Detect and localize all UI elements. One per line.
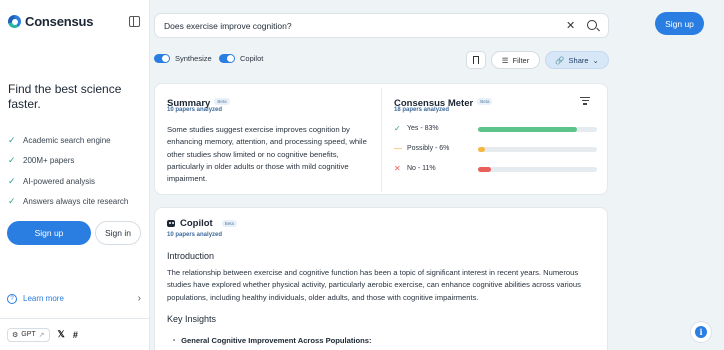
sidebar: Consensus Find the best science faster. … bbox=[0, 0, 150, 350]
meter-bar-fill bbox=[478, 147, 486, 152]
external-link-icon: ↗ bbox=[38, 331, 45, 339]
introduction-heading: Introduction bbox=[167, 251, 215, 261]
meter-row: — Possibly - 6% bbox=[394, 144, 477, 153]
info-icon: i bbox=[695, 326, 707, 338]
gpt-label: GPT bbox=[21, 331, 36, 338]
feature-item: ✓ 200M+ papers bbox=[8, 151, 128, 172]
meter-bar-fill bbox=[478, 127, 577, 132]
copilot-title: Copilot bbox=[180, 218, 213, 229]
toggle-switch[interactable] bbox=[219, 54, 235, 63]
x-twitter-icon[interactable]: 𝕏 bbox=[58, 329, 65, 340]
sidebar-tagline: Find the best science faster. bbox=[8, 82, 122, 111]
no-x-icon: ✕ bbox=[394, 164, 401, 173]
insight-bullet-text: General Cognitive Improvement Across Pop… bbox=[181, 336, 372, 345]
possibly-dash-icon: — bbox=[394, 144, 402, 153]
share-button[interactable]: 🔗 Share ⌄ bbox=[545, 51, 609, 69]
check-icon: ✓ bbox=[8, 155, 16, 166]
beta-badge: Beta bbox=[214, 98, 230, 106]
learn-more-link[interactable]: ? Learn more › bbox=[7, 293, 141, 304]
openai-icon: ⚙ bbox=[12, 331, 19, 339]
copilot-robot-icon bbox=[167, 220, 175, 227]
logo-text: Consensus bbox=[25, 14, 94, 29]
feature-label: Academic search engine bbox=[23, 135, 111, 145]
beta-badge: Beta bbox=[477, 98, 493, 106]
yes-check-icon: ✓ bbox=[394, 124, 401, 133]
meter-row-label: Possibly - 6% bbox=[407, 145, 450, 152]
feature-item: ✓ Academic search engine bbox=[8, 130, 128, 151]
copilot-card: Copilot Beta 10 papers analyzed Introduct… bbox=[154, 207, 608, 350]
summary-paper-count: 10 papers analyzed bbox=[167, 107, 223, 113]
bookmark-button[interactable] bbox=[466, 51, 486, 69]
introduction-text: The relationship between exercise and co… bbox=[167, 268, 581, 302]
feature-item: ✓ Answers always cite research bbox=[8, 192, 128, 213]
key-insights-heading: Key Insights bbox=[167, 314, 217, 324]
meter-bar-track bbox=[478, 127, 597, 132]
gpt-link[interactable]: ⚙ GPT ↗ bbox=[7, 327, 50, 342]
toggle-label: Synthesize bbox=[175, 54, 212, 63]
feature-label: 200M+ papers bbox=[23, 156, 75, 166]
filter-icon: ☰ bbox=[501, 55, 509, 65]
bookmark-icon bbox=[473, 56, 479, 64]
meter-row: ✓ Yes - 83% bbox=[394, 124, 477, 133]
sidebar-signin-button[interactable]: Sign in bbox=[95, 221, 141, 245]
summary-card: Summary Beta 10 papers analyzed Some stud… bbox=[154, 83, 608, 195]
search-input[interactable]: Does exercise improve cognition? bbox=[164, 21, 292, 31]
meter-paper-count: 18 papers analyzed bbox=[394, 107, 450, 113]
check-icon: ✓ bbox=[8, 134, 16, 145]
bullet-dot-icon: • bbox=[173, 337, 176, 344]
sidebar-signup-button[interactable]: Sign up bbox=[7, 221, 91, 245]
copilot-heading: Copilot Beta bbox=[167, 218, 237, 229]
feature-list: ✓ Academic search engine ✓ 200M+ papers ✓ A… bbox=[8, 130, 128, 212]
card-divider bbox=[381, 88, 382, 192]
chevron-down-icon: ⌄ bbox=[592, 55, 599, 65]
feature-item: ✓ AI-powered analysis bbox=[8, 171, 128, 192]
meter-bar-track bbox=[478, 167, 597, 172]
synthesize-toggle[interactable]: Synthesize bbox=[154, 54, 212, 63]
search-icon[interactable] bbox=[587, 20, 597, 30]
check-icon: ✓ bbox=[8, 196, 16, 207]
sidebar-collapse-icon[interactable] bbox=[129, 16, 140, 27]
meter-row-label: No - 11% bbox=[407, 165, 436, 172]
feature-label: Answers always cite research bbox=[23, 197, 129, 207]
insight-bullet: • General Cognitive Improvement Across P… bbox=[173, 336, 372, 345]
logo[interactable]: Consensus bbox=[8, 14, 93, 29]
summary-text: Some studies suggest exercise improves c… bbox=[167, 125, 367, 184]
copilot-toggle[interactable]: Copilot bbox=[219, 54, 263, 63]
share-label: Share bbox=[568, 55, 589, 65]
header-signup-button[interactable]: Sign up bbox=[655, 12, 704, 35]
consensus-logo-icon bbox=[8, 15, 21, 28]
meter-row: ✕ No - 11% bbox=[394, 164, 477, 173]
feature-label: AI-powered analysis bbox=[23, 176, 96, 186]
meter-filter-icon[interactable] bbox=[580, 97, 590, 107]
copilot-paper-count: 10 papers analyzed bbox=[167, 232, 223, 238]
filter-button[interactable]: ☰ Filter bbox=[491, 51, 540, 69]
learn-more-label: Learn more bbox=[23, 294, 64, 303]
meter-bar-fill bbox=[478, 167, 492, 172]
help-button[interactable]: i bbox=[690, 321, 712, 343]
meter-bar-track bbox=[478, 147, 597, 152]
filter-label: Filter bbox=[512, 55, 530, 65]
search-bar[interactable]: Does exercise improve cognition? ✕ bbox=[154, 13, 609, 38]
beta-badge: Beta bbox=[221, 220, 237, 227]
slack-icon[interactable]: # bbox=[73, 330, 78, 340]
toggle-label: Copilot bbox=[240, 54, 264, 63]
check-icon: ✓ bbox=[8, 175, 16, 186]
info-icon: ? bbox=[7, 293, 17, 304]
toggle-switch[interactable] bbox=[154, 54, 170, 63]
link-icon: 🔗 bbox=[555, 55, 565, 65]
clear-icon[interactable]: ✕ bbox=[566, 19, 575, 32]
sidebar-footer: ⚙ GPT ↗ 𝕏 # bbox=[0, 318, 150, 350]
meter-row-label: Yes - 83% bbox=[407, 125, 439, 132]
chevron-right-icon: › bbox=[137, 293, 141, 304]
